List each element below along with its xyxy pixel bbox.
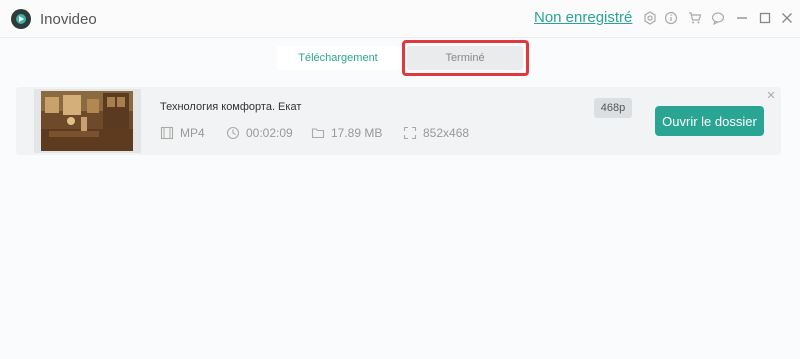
feedback-icon[interactable] bbox=[709, 9, 727, 27]
resolution-info: 852x468 bbox=[403, 124, 469, 142]
expand-icon bbox=[403, 126, 417, 140]
app-title: Inovideo bbox=[40, 11, 97, 28]
folder-icon bbox=[311, 128, 325, 139]
resolution-value: 852x468 bbox=[423, 126, 470, 140]
title-bar: Inovideo Non enregistré bbox=[0, 0, 800, 38]
clock-icon bbox=[226, 126, 240, 140]
app-logo-icon bbox=[11, 9, 31, 29]
film-icon bbox=[160, 126, 174, 140]
minimize-icon[interactable] bbox=[733, 9, 751, 27]
tab-termine[interactable]: Terminé bbox=[407, 46, 523, 70]
tab-telechargement[interactable]: Téléchargement bbox=[277, 46, 399, 70]
size-value: 17.89 MB bbox=[331, 126, 383, 140]
format-info: MP4 bbox=[160, 124, 205, 142]
duration-info: 00:02:09 bbox=[226, 124, 293, 142]
close-icon[interactable] bbox=[778, 9, 796, 27]
cart-icon[interactable] bbox=[686, 9, 704, 27]
quality-badge: 468p bbox=[594, 98, 632, 118]
maximize-icon[interactable] bbox=[756, 9, 774, 27]
duration-value: 00:02:09 bbox=[246, 126, 293, 140]
video-thumbnail[interactable] bbox=[41, 91, 133, 151]
size-info: 17.89 MB bbox=[311, 124, 382, 142]
video-title: Технология комфорта. Екат bbox=[160, 101, 302, 113]
open-folder-button[interactable]: Ouvrir le dossier bbox=[655, 106, 764, 136]
settings-icon[interactable] bbox=[641, 9, 659, 27]
remove-item-icon[interactable]: ✕ bbox=[765, 89, 777, 102]
format-value: MP4 bbox=[180, 126, 205, 140]
info-icon[interactable] bbox=[662, 9, 680, 27]
register-link[interactable]: Non enregistré bbox=[534, 9, 632, 26]
